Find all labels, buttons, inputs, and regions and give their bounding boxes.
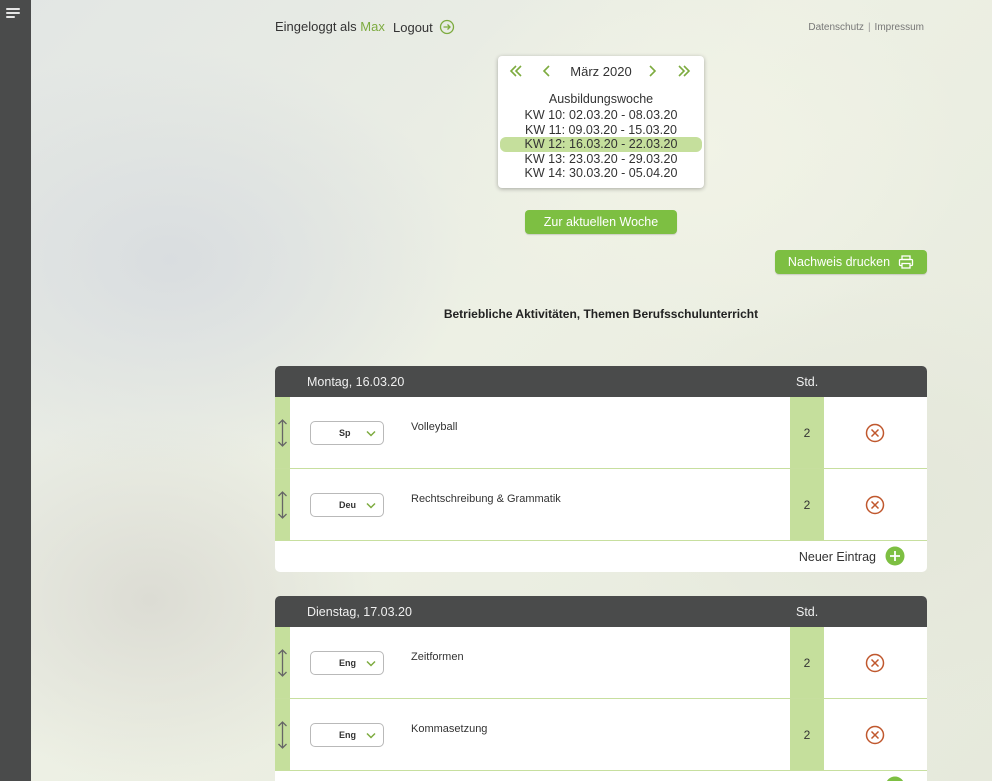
calendar-month: März 2020 bbox=[570, 64, 632, 79]
subject-value: Eng bbox=[339, 730, 356, 740]
subject-select[interactable]: Eng bbox=[310, 723, 384, 747]
chevron-down-icon bbox=[366, 502, 376, 509]
imprint-link[interactable]: Impressum bbox=[875, 22, 924, 33]
print-label: Nachweis drucken bbox=[787, 255, 891, 269]
entry-hours[interactable]: 2 bbox=[790, 469, 824, 540]
new-entry-row bbox=[275, 771, 927, 781]
day-card-tuesday: Dienstag, 17.03.20 Std. Eng Zeitformen 2 bbox=[275, 596, 927, 781]
day-date: Dienstag, 17.03.20 bbox=[307, 605, 412, 619]
hours-header: Std. bbox=[796, 605, 819, 619]
privacy-link[interactable]: Datenschutz bbox=[808, 22, 864, 33]
week-picker: März 2020 Ausbildungswoche KW 10: 02.03.… bbox=[498, 56, 704, 188]
calendar-nav: März 2020 bbox=[498, 62, 704, 80]
week-option[interactable]: KW 10: 02.03.20 - 08.03.20 bbox=[498, 108, 704, 123]
subject-select[interactable]: Deu bbox=[310, 493, 384, 517]
logged-in-status: Eingeloggt als Max bbox=[275, 19, 385, 34]
entry-hours[interactable]: 2 bbox=[790, 397, 824, 468]
week-option[interactable]: KW 11: 09.03.20 - 15.03.20 bbox=[498, 123, 704, 138]
sidebar bbox=[0, 0, 31, 781]
section-title: Betriebliche Aktivitäten, Themen Berufss… bbox=[443, 307, 759, 321]
entry-topic[interactable]: Kommasetzung bbox=[411, 723, 487, 735]
plus-circle-icon[interactable] bbox=[885, 776, 905, 781]
entry-topic[interactable]: Volleyball bbox=[411, 421, 457, 433]
drag-handle-icon bbox=[278, 491, 287, 519]
close-circle-icon[interactable] bbox=[865, 653, 885, 673]
close-circle-icon[interactable] bbox=[865, 423, 885, 443]
chevron-down-icon bbox=[366, 430, 376, 437]
day-header: Dienstag, 17.03.20 Std. bbox=[275, 596, 927, 627]
new-entry-row: Neuer Eintrag bbox=[275, 541, 927, 572]
hours-header: Std. bbox=[796, 375, 819, 389]
drag-handle[interactable] bbox=[275, 627, 290, 698]
subject-value: Sp bbox=[339, 428, 351, 438]
subject-select[interactable]: Eng bbox=[310, 651, 384, 675]
user-name: Max bbox=[360, 19, 385, 34]
week-option-selected[interactable]: KW 12: 16.03.20 - 22.03.20 bbox=[500, 137, 702, 152]
current-week-label: Zur aktuellen Woche bbox=[543, 215, 659, 229]
drag-handle-icon bbox=[278, 419, 287, 447]
entry-hours[interactable]: 2 bbox=[790, 699, 824, 770]
current-week-button[interactable]: Zur aktuellen Woche bbox=[525, 210, 677, 234]
entry-topic[interactable]: Zeitformen bbox=[411, 651, 464, 663]
day-header: Montag, 16.03.20 Std. bbox=[275, 366, 927, 397]
close-circle-icon[interactable] bbox=[865, 725, 885, 745]
close-circle-icon[interactable] bbox=[865, 495, 885, 515]
legal-links: Datenschutz | Impressum bbox=[808, 22, 924, 33]
drag-handle[interactable] bbox=[275, 397, 290, 468]
drag-handle-icon bbox=[278, 649, 287, 677]
chevron-down-icon bbox=[366, 732, 376, 739]
logout-arrow-icon bbox=[439, 19, 454, 35]
printer-icon bbox=[898, 255, 914, 269]
chevron-down-icon bbox=[366, 660, 376, 667]
print-button[interactable]: Nachweis drucken bbox=[775, 250, 927, 274]
drag-handle[interactable] bbox=[275, 469, 290, 540]
drag-handle-icon bbox=[278, 721, 287, 749]
logged-in-prefix: Eingeloggt als bbox=[275, 19, 357, 34]
logout-button[interactable]: Logout bbox=[393, 19, 455, 35]
week-option[interactable]: KW 14: 30.03.20 - 05.04.20 bbox=[498, 166, 704, 181]
entry-row: Sp Volleyball 2 bbox=[275, 397, 927, 469]
legal-separator: | bbox=[867, 22, 871, 33]
plus-circle-icon[interactable] bbox=[885, 546, 905, 566]
logout-label: Logout bbox=[393, 19, 433, 35]
double-chevron-right-icon[interactable] bbox=[676, 62, 692, 80]
chevron-right-icon[interactable] bbox=[646, 62, 658, 80]
entry-topic[interactable]: Rechtschreibung & Grammatik bbox=[411, 493, 561, 505]
new-entry-label[interactable]: Neuer Eintrag bbox=[799, 550, 876, 564]
week-list: KW 10: 02.03.20 - 08.03.20 KW 11: 09.03.… bbox=[498, 108, 704, 181]
entry-hours[interactable]: 2 bbox=[790, 627, 824, 698]
calendar-title: Ausbildungswoche bbox=[548, 92, 654, 106]
day-card-monday: Montag, 16.03.20 Std. Sp Volleyball 2 De… bbox=[275, 366, 927, 572]
drag-handle[interactable] bbox=[275, 699, 290, 770]
subject-select[interactable]: Sp bbox=[310, 421, 384, 445]
subject-value: Deu bbox=[339, 500, 357, 510]
day-date: Montag, 16.03.20 bbox=[307, 375, 405, 389]
week-option[interactable]: KW 13: 23.03.20 - 29.03.20 bbox=[498, 152, 704, 167]
entry-row: Eng Kommasetzung 2 bbox=[275, 699, 927, 771]
subject-value: Eng bbox=[339, 658, 356, 668]
entry-row: Eng Zeitformen 2 bbox=[275, 627, 927, 699]
hamburger-icon[interactable] bbox=[6, 8, 21, 19]
entry-row: Deu Rechtschreibung & Grammatik 2 bbox=[275, 469, 927, 541]
